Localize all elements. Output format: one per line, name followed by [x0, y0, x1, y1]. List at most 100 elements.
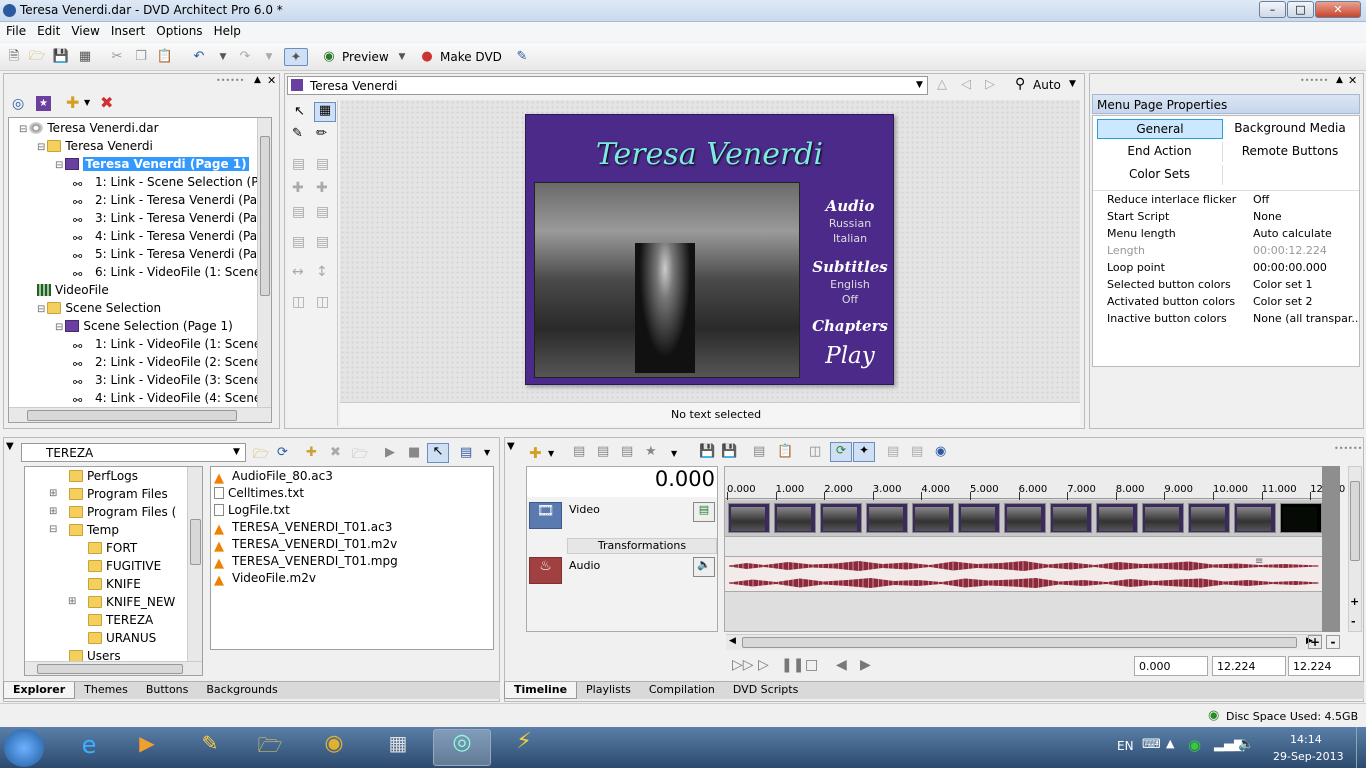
align-middle-icon[interactable]: ✚: [316, 180, 328, 196]
property-value[interactable]: None: [1239, 208, 1359, 225]
expander-icon[interactable]: ⊟: [37, 142, 45, 153]
menu-help[interactable]: Help: [208, 22, 246, 38]
trim-end-icon[interactable]: ▤: [911, 444, 923, 459]
explorer-path-dropdown[interactable]: TEREZA ▼: [21, 443, 246, 462]
snap-icon[interactable]: ✦: [853, 442, 875, 462]
property-value[interactable]: 00:00:12.224: [1239, 242, 1359, 259]
tab-buttons[interactable]: Buttons: [137, 682, 198, 699]
video-clip-frame[interactable]: [774, 503, 816, 533]
make-dvd-button[interactable]: Make DVD: [440, 50, 502, 64]
stop-icon[interactable]: □: [805, 657, 818, 673]
folder-vscroll-thumb[interactable]: [190, 519, 201, 565]
audio-option-italian[interactable]: Italian: [806, 232, 894, 245]
timeline-vscroll-thumb[interactable]: [1350, 481, 1360, 561]
folder-tree-item[interactable]: ⊞ Program Files: [25, 485, 190, 503]
paste-icon[interactable]: 📋: [156, 48, 174, 66]
export-icon[interactable]: 💾: [721, 444, 737, 459]
auto-preview-icon[interactable]: ↖: [427, 443, 449, 463]
go-to-end-icon[interactable]: ▶: [860, 657, 871, 673]
tree-item[interactable]: ⊟ Teresa Venerdi.dar: [11, 119, 259, 137]
add-icon[interactable]: ✚: [66, 93, 79, 112]
tab-background-media[interactable]: Background Media: [1227, 119, 1353, 139]
sync-icon[interactable]: ◉: [935, 444, 946, 459]
expander-icon[interactable]: ⊟: [55, 160, 63, 171]
cut-icon[interactable]: ✂: [108, 48, 126, 66]
subtitle-option-english[interactable]: English: [806, 278, 894, 291]
selection-end-field[interactable]: 12.224: [1212, 656, 1286, 676]
video-fx-icon[interactable]: ▤: [693, 502, 715, 522]
folder-tree-item[interactable]: ⊞ Program Files (: [25, 503, 190, 521]
nav-back-icon[interactable]: ◁: [961, 77, 971, 92]
properties-icon[interactable]: ◎: [12, 96, 24, 112]
center-vertical-icon[interactable]: ◫: [316, 294, 329, 310]
menu-edit[interactable]: Edit: [31, 22, 65, 38]
folder-tree-vscrollbar[interactable]: [187, 467, 202, 661]
new-icon[interactable]: 🗎: [5, 48, 23, 66]
loop-icon[interactable]: ⟳: [830, 442, 852, 462]
minimize-button[interactable]: –: [1259, 1, 1286, 18]
pane-close-icon[interactable]: ✕: [1348, 74, 1357, 87]
tab-compilation[interactable]: Compilation: [640, 682, 724, 699]
file-item[interactable]: ▲ TERESA_VENERDI_T01.m2v: [214, 536, 492, 554]
show-desktop-button[interactable]: [1356, 727, 1366, 768]
property-row[interactable]: Menu length Auto calculate: [1093, 225, 1359, 242]
insert-track-icon[interactable]: ▤: [597, 444, 609, 459]
zoom-in-icon[interactable]: +: [1350, 595, 1359, 608]
menu-file[interactable]: File: [0, 22, 31, 38]
property-value[interactable]: 00:00:00.000: [1239, 259, 1359, 276]
transformations-label[interactable]: Transformations: [567, 538, 717, 554]
center-horizontal-icon[interactable]: ◫: [292, 294, 305, 310]
play-icon[interactable]: ▶: [385, 445, 395, 460]
play-icon[interactable]: ▷: [758, 657, 769, 673]
space-vertical-icon[interactable]: ↕: [316, 264, 328, 280]
timeline-hscroll-thumb[interactable]: [742, 637, 1297, 648]
align-center-icon[interactable]: ✚: [292, 180, 304, 196]
play-button[interactable]: Play: [806, 343, 894, 369]
chapters-button[interactable]: Chapters: [806, 317, 894, 335]
menu-options[interactable]: Options: [150, 22, 207, 38]
video-clip-frame[interactable]: [820, 503, 862, 533]
file-item[interactable]: ▲ VideoFile.m2v: [214, 570, 492, 588]
page-selector-dropdown[interactable]: Teresa Venerdi ▼: [287, 76, 928, 95]
tree-link-item[interactable]: ⚯ 2: Link - VideoFile (2: Scene/: [11, 353, 265, 371]
timeline-zoom-in-icon[interactable]: +: [1308, 635, 1322, 649]
up-folder-icon[interactable]: 🗁: [253, 445, 269, 467]
align-top-icon[interactable]: ▤: [316, 156, 329, 172]
explorer-icon[interactable]: 🗁: [243, 731, 297, 765]
undo-dropdown-icon[interactable]: ▼: [214, 48, 232, 66]
print-icon[interactable]: ▤: [753, 444, 765, 459]
tree-link-item[interactable]: ⚯ 5: Link - Teresa Venerdi (Pag: [11, 245, 265, 263]
expander-icon[interactable]: ⊟: [19, 124, 27, 135]
add-dropdown-icon[interactable]: ▼: [84, 98, 90, 107]
speaker-icon[interactable]: 🔈: [693, 557, 715, 577]
marker-icon[interactable]: ★: [645, 444, 657, 459]
play-from-start-icon[interactable]: ▷▷: [732, 657, 754, 673]
tree-vscrollbar[interactable]: [257, 118, 271, 407]
space-horizontal-icon[interactable]: ↔: [292, 264, 304, 280]
tree-hscroll-thumb[interactable]: [27, 410, 237, 421]
folder-tree-item[interactable]: FORT: [25, 539, 190, 557]
video-clip-frame[interactable]: [1004, 503, 1046, 533]
tree-vscroll-thumb[interactable]: [260, 136, 270, 296]
utorrent-icon[interactable]: ◉: [1188, 736, 1201, 754]
redo-icon[interactable]: ↷: [236, 48, 254, 66]
delete-icon[interactable]: ✖: [100, 93, 113, 112]
preview-button[interactable]: Preview: [342, 50, 389, 64]
dvd-architect-taskbar-icon[interactable]: ◎: [433, 729, 491, 766]
folder-tree-item[interactable]: URANUS: [25, 629, 190, 647]
property-value[interactable]: Color set 2: [1239, 293, 1359, 310]
save-as-icon[interactable]: ▦: [76, 48, 94, 66]
tree-item[interactable]: ⊟ Scene Selection (Page 1): [11, 317, 259, 335]
split-icon[interactable]: ◫: [809, 444, 821, 459]
property-row[interactable]: Selected button colors Color set 1: [1093, 276, 1359, 293]
zoom-dropdown-icon[interactable]: ▼: [1069, 79, 1076, 89]
tree-link-item[interactable]: ⚯ 1: Link - VideoFile (1: Scene/: [11, 335, 265, 353]
property-row[interactable]: Loop point 00:00:00.000: [1093, 259, 1359, 276]
tab-color-sets[interactable]: Color Sets: [1097, 165, 1223, 185]
burner-icon[interactable]: ⚡: [495, 729, 553, 766]
delete-icon[interactable]: ✖: [330, 445, 341, 460]
preview-icon[interactable]: ◉: [320, 48, 338, 66]
align-bottom-icon[interactable]: ▤: [316, 204, 329, 220]
pen-alt-tool-icon[interactable]: ✏: [316, 126, 327, 141]
expander-icon[interactable]: ⊞: [68, 593, 76, 611]
